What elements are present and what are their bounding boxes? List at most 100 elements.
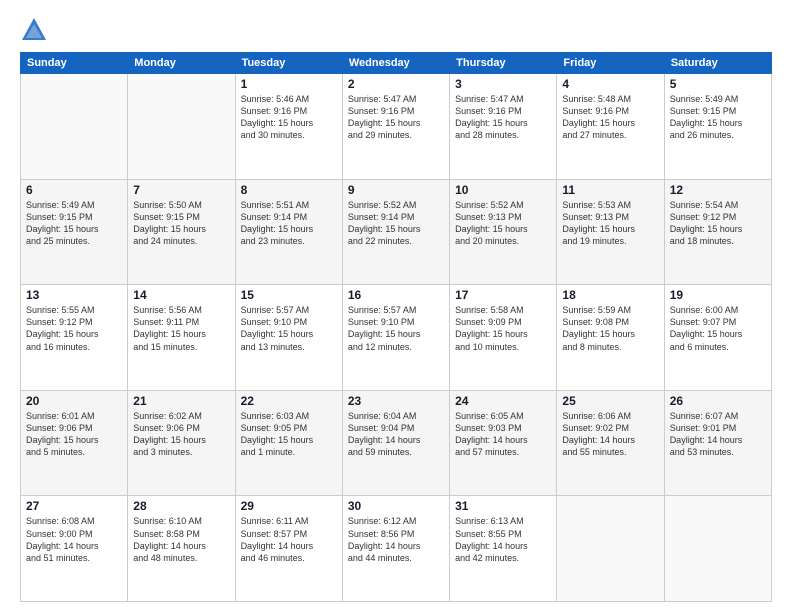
- weekday-header-saturday: Saturday: [664, 53, 771, 74]
- week-row-3: 13Sunrise: 5:55 AM Sunset: 9:12 PM Dayli…: [21, 285, 772, 391]
- day-cell: 22 Sunrise: 6:03 AM Sunset: 9:05 PM Dayli…: [235, 390, 342, 496]
- weekday-header-friday: Friday: [557, 53, 664, 74]
- day-number: 9: [348, 183, 444, 197]
- day-number: 15: [241, 288, 337, 302]
- day-cell: 3 Sunrise: 5:47 AM Sunset: 9:16 PM Daylig…: [450, 74, 557, 180]
- day-cell: 25 Sunrise: 6:06 AM Sunset: 9:02 PM Dayli…: [557, 390, 664, 496]
- day-cell: 4 Sunrise: 5:48 AM Sunset: 9:16 PM Daylig…: [557, 74, 664, 180]
- day-info: Sunrise: 5:56 AM Sunset: 9:11 PM Dayligh…: [133, 304, 229, 353]
- weekday-header-tuesday: Tuesday: [235, 53, 342, 74]
- day-info: Sunrise: 6:01 AM Sunset: 9:06 PM Dayligh…: [26, 410, 122, 459]
- logo-icon: [20, 16, 48, 44]
- day-info: Sunrise: 6:10 AM Sunset: 8:58 PM Dayligh…: [133, 515, 229, 564]
- day-cell: 8 Sunrise: 5:51 AM Sunset: 9:14 PM Daylig…: [235, 179, 342, 285]
- day-info: Sunrise: 6:00 AM Sunset: 9:07 PM Dayligh…: [670, 304, 766, 353]
- day-cell: 16 Sunrise: 5:57 AM Sunset: 9:10 PM Dayli…: [342, 285, 449, 391]
- day-info: Sunrise: 6:05 AM Sunset: 9:03 PM Dayligh…: [455, 410, 551, 459]
- day-cell: 30Sunrise: 6:12 AM Sunset: 8:56 PM Dayli…: [342, 496, 449, 602]
- calendar: SundayMondayTuesdayWednesdayThursdayFrid…: [20, 52, 772, 602]
- day-info: Sunrise: 5:57 AM Sunset: 9:10 PM Dayligh…: [348, 304, 444, 353]
- day-info: Sunrise: 5:48 AM Sunset: 9:16 PM Dayligh…: [562, 93, 658, 142]
- page: SundayMondayTuesdayWednesdayThursdayFrid…: [0, 0, 792, 612]
- day-info: Sunrise: 6:06 AM Sunset: 9:02 PM Dayligh…: [562, 410, 658, 459]
- day-info: Sunrise: 6:08 AM Sunset: 9:00 PM Dayligh…: [26, 515, 122, 564]
- day-cell: 7 Sunrise: 5:50 AM Sunset: 9:15 PM Daylig…: [128, 179, 235, 285]
- week-row-1: 1Sunrise: 5:46 AM Sunset: 9:16 PM Daylig…: [21, 74, 772, 180]
- day-info: Sunrise: 5:52 AM Sunset: 9:13 PM Dayligh…: [455, 199, 551, 248]
- day-number: 20: [26, 394, 122, 408]
- day-number: 6: [26, 183, 122, 197]
- day-info: Sunrise: 6:04 AM Sunset: 9:04 PM Dayligh…: [348, 410, 444, 459]
- day-number: 14: [133, 288, 229, 302]
- weekday-header-monday: Monday: [128, 53, 235, 74]
- day-cell: 29 Sunrise: 6:11 AM Sunset: 8:57 PM Dayli…: [235, 496, 342, 602]
- day-number: 7: [133, 183, 229, 197]
- day-number: 13: [26, 288, 122, 302]
- day-cell: 13Sunrise: 5:55 AM Sunset: 9:12 PM Dayli…: [21, 285, 128, 391]
- day-cell: 2 Sunrise: 5:47 AM Sunset: 9:16 PM Daylig…: [342, 74, 449, 180]
- day-cell: 31Sunrise: 6:13 AM Sunset: 8:55 PM Dayli…: [450, 496, 557, 602]
- day-number: 4: [562, 77, 658, 91]
- day-cell: 19 Sunrise: 6:00 AM Sunset: 9:07 PM Dayli…: [664, 285, 771, 391]
- day-number: 3: [455, 77, 551, 91]
- day-cell: 18Sunrise: 5:59 AM Sunset: 9:08 PM Dayli…: [557, 285, 664, 391]
- day-cell: 17Sunrise: 5:58 AM Sunset: 9:09 PM Dayli…: [450, 285, 557, 391]
- day-cell: 14 Sunrise: 5:56 AM Sunset: 9:11 PM Dayli…: [128, 285, 235, 391]
- weekday-header-wednesday: Wednesday: [342, 53, 449, 74]
- day-number: 26: [670, 394, 766, 408]
- day-cell: [664, 496, 771, 602]
- week-row-2: 6Sunrise: 5:49 AM Sunset: 9:15 PM Daylig…: [21, 179, 772, 285]
- day-info: Sunrise: 5:54 AM Sunset: 9:12 PM Dayligh…: [670, 199, 766, 248]
- day-cell: 12 Sunrise: 5:54 AM Sunset: 9:12 PM Dayli…: [664, 179, 771, 285]
- header: [20, 16, 772, 44]
- day-number: 2: [348, 77, 444, 91]
- day-info: Sunrise: 5:50 AM Sunset: 9:15 PM Dayligh…: [133, 199, 229, 248]
- day-cell: 26 Sunrise: 6:07 AM Sunset: 9:01 PM Dayli…: [664, 390, 771, 496]
- day-info: Sunrise: 5:58 AM Sunset: 9:09 PM Dayligh…: [455, 304, 551, 353]
- day-number: 1: [241, 77, 337, 91]
- day-number: 16: [348, 288, 444, 302]
- day-cell: 23 Sunrise: 6:04 AM Sunset: 9:04 PM Dayli…: [342, 390, 449, 496]
- day-info: Sunrise: 5:47 AM Sunset: 9:16 PM Dayligh…: [348, 93, 444, 142]
- day-cell: [128, 74, 235, 180]
- day-number: 19: [670, 288, 766, 302]
- day-info: Sunrise: 5:51 AM Sunset: 9:14 PM Dayligh…: [241, 199, 337, 248]
- day-cell: 1Sunrise: 5:46 AM Sunset: 9:16 PM Daylig…: [235, 74, 342, 180]
- day-info: Sunrise: 5:49 AM Sunset: 9:15 PM Dayligh…: [670, 93, 766, 142]
- weekday-header-thursday: Thursday: [450, 53, 557, 74]
- day-cell: 21Sunrise: 6:02 AM Sunset: 9:06 PM Dayli…: [128, 390, 235, 496]
- day-info: Sunrise: 5:52 AM Sunset: 9:14 PM Dayligh…: [348, 199, 444, 248]
- day-number: 23: [348, 394, 444, 408]
- day-number: 8: [241, 183, 337, 197]
- day-number: 22: [241, 394, 337, 408]
- day-number: 12: [670, 183, 766, 197]
- day-info: Sunrise: 6:03 AM Sunset: 9:05 PM Dayligh…: [241, 410, 337, 459]
- day-number: 5: [670, 77, 766, 91]
- day-info: Sunrise: 5:53 AM Sunset: 9:13 PM Dayligh…: [562, 199, 658, 248]
- weekday-header-sunday: Sunday: [21, 53, 128, 74]
- day-number: 29: [241, 499, 337, 513]
- logo: [20, 16, 52, 44]
- day-number: 27: [26, 499, 122, 513]
- day-number: 24: [455, 394, 551, 408]
- day-number: 28: [133, 499, 229, 513]
- weekday-header-row: SundayMondayTuesdayWednesdayThursdayFrid…: [21, 53, 772, 74]
- day-cell: 5 Sunrise: 5:49 AM Sunset: 9:15 PM Daylig…: [664, 74, 771, 180]
- day-cell: 6Sunrise: 5:49 AM Sunset: 9:15 PM Daylig…: [21, 179, 128, 285]
- day-cell: 27 Sunrise: 6:08 AM Sunset: 9:00 PM Dayli…: [21, 496, 128, 602]
- day-cell: 15Sunrise: 5:57 AM Sunset: 9:10 PM Dayli…: [235, 285, 342, 391]
- week-row-5: 27 Sunrise: 6:08 AM Sunset: 9:00 PM Dayli…: [21, 496, 772, 602]
- day-cell: 11Sunrise: 5:53 AM Sunset: 9:13 PM Dayli…: [557, 179, 664, 285]
- day-info: Sunrise: 6:11 AM Sunset: 8:57 PM Dayligh…: [241, 515, 337, 564]
- day-cell: 10 Sunrise: 5:52 AM Sunset: 9:13 PM Dayli…: [450, 179, 557, 285]
- day-cell: [557, 496, 664, 602]
- day-number: 25: [562, 394, 658, 408]
- day-cell: 28 Sunrise: 6:10 AM Sunset: 8:58 PM Dayli…: [128, 496, 235, 602]
- day-cell: [21, 74, 128, 180]
- day-number: 21: [133, 394, 229, 408]
- day-number: 10: [455, 183, 551, 197]
- day-info: Sunrise: 5:59 AM Sunset: 9:08 PM Dayligh…: [562, 304, 658, 353]
- week-row-4: 20 Sunrise: 6:01 AM Sunset: 9:06 PM Dayli…: [21, 390, 772, 496]
- day-info: Sunrise: 5:47 AM Sunset: 9:16 PM Dayligh…: [455, 93, 551, 142]
- day-info: Sunrise: 6:07 AM Sunset: 9:01 PM Dayligh…: [670, 410, 766, 459]
